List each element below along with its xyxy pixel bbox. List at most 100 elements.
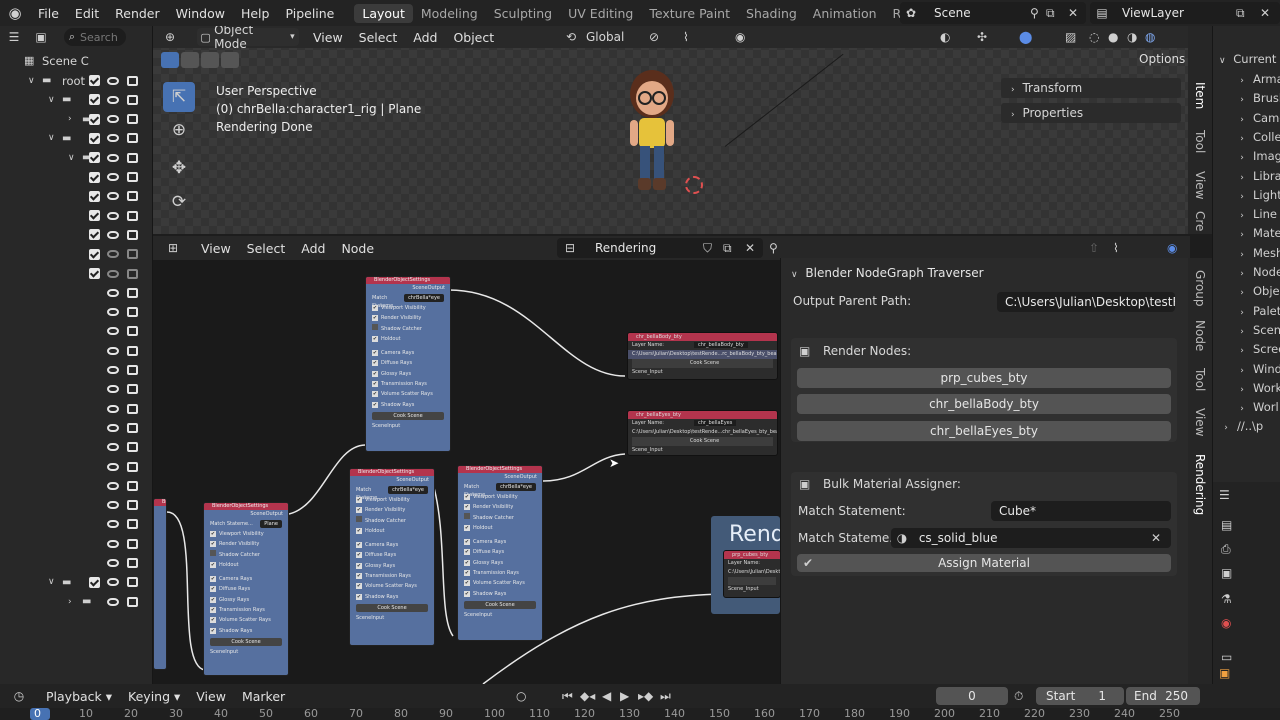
render-icon[interactable]: ⎙ <box>1221 542 1231 557</box>
close-icon[interactable]: ✕ <box>1068 6 1078 20</box>
node-checkbox-row[interactable]: Viewport Visibility <box>366 303 450 313</box>
3d-cursor-marker[interactable] <box>685 176 703 194</box>
outliner-row[interactable]: ∨ ▬ <box>0 573 152 592</box>
node-checkbox-row[interactable]: Diffuse Rays <box>350 550 434 560</box>
3d-viewport[interactable]: ⊕ ▢ Object Mode ▾ View Select Add Object… <box>153 26 1210 234</box>
jump-end-icon[interactable]: ⏭ <box>660 689 671 704</box>
properties-panel[interactable]: › Properties <box>1001 103 1181 123</box>
object-settings-node[interactable]: BlenderObjectSettings <box>153 498 167 670</box>
render-camera-icon[interactable] <box>127 152 138 163</box>
pin-icon[interactable]: ⚲ <box>769 241 778 255</box>
node-checkbox-row[interactable]: Shadow Rays <box>458 589 542 599</box>
visibility-eye-icon[interactable] <box>107 443 119 452</box>
render-camera-icon[interactable] <box>127 191 138 202</box>
node-output-socket[interactable]: SceneOutput <box>458 473 542 482</box>
browser-item[interactable]: › Scen <box>1213 321 1280 340</box>
visibility-eye-icon[interactable] <box>107 76 119 85</box>
node-checkbox-row[interactable]: Diffuse Rays <box>366 358 450 368</box>
visibility-eye-icon[interactable] <box>107 501 119 510</box>
display-mode-icon[interactable]: ▣ <box>28 30 54 44</box>
node-checkbox-row[interactable]: Camera Rays <box>366 348 450 358</box>
browser-item[interactable]: › Light <box>1213 186 1280 205</box>
node-checkbox-row[interactable]: Render Visibility <box>458 502 542 512</box>
exclude-checkbox[interactable] <box>89 75 100 86</box>
node-output-socket[interactable]: SceneOutput <box>350 476 434 485</box>
outliner-row[interactable] <box>0 418 152 437</box>
render-camera-icon[interactable] <box>127 500 138 511</box>
tab-rendering[interactable]: Rendering <box>1190 454 1210 515</box>
assign-material-button[interactable]: ✔ Assign Material <box>797 554 1171 572</box>
tab-uv-editing[interactable]: UV Editing <box>560 4 641 23</box>
viewport-menu-object[interactable]: Object <box>445 30 502 45</box>
prev-keyframe-icon[interactable]: ◆◂ <box>580 689 595 703</box>
render-camera-icon[interactable] <box>127 172 138 182</box>
outliner-row[interactable] <box>0 225 152 244</box>
pivot-icon[interactable]: ⊘ <box>649 30 659 44</box>
node-checkbox-row[interactable]: Camera Rays <box>204 574 288 584</box>
tab-create[interactable]: Cre <box>1190 211 1210 231</box>
exclude-checkbox[interactable] <box>89 576 100 588</box>
tab-layout[interactable]: Layout <box>354 3 413 23</box>
overlays-icon[interactable]: ◉ <box>1167 241 1177 255</box>
tab-node[interactable]: Node <box>1190 320 1210 351</box>
close-icon[interactable]: ✕ <box>745 241 755 255</box>
new-viewlayer-icon[interactable]: ⧉ <box>1236 6 1245 21</box>
viewport-menu-add[interactable]: Add <box>405 30 445 45</box>
visibility-eye-icon[interactable] <box>107 95 119 104</box>
viewlayer-selector[interactable]: ▤ ViewLayer ⧉ ✕ <box>1090 2 1280 24</box>
exclude-checkbox[interactable] <box>89 229 100 241</box>
tab-shading[interactable]: Shading <box>738 4 805 23</box>
parent-node-tree-icon[interactable]: ⇧ <box>1089 241 1099 255</box>
render-camera-icon[interactable] <box>127 422 138 433</box>
browser-item[interactable]: › Librar <box>1213 167 1280 186</box>
outliner-row[interactable] <box>0 187 152 206</box>
xray-icon[interactable]: ▨ <box>1065 30 1076 44</box>
visibility-eye-icon[interactable] <box>107 327 119 336</box>
outliner-row[interactable]: › ▬ <box>0 110 152 129</box>
outliner-row[interactable] <box>0 168 152 187</box>
render-camera-icon[interactable] <box>127 461 138 472</box>
node-checkbox-row[interactable]: Render Visibility <box>350 505 434 515</box>
tab-tool[interactable]: Tool <box>1190 368 1210 391</box>
outliner-row[interactable] <box>0 303 152 322</box>
visibility-eye-icon[interactable] <box>107 366 119 374</box>
render-camera-icon[interactable] <box>127 229 138 240</box>
cook-scene-button[interactable]: Cook Scene <box>372 411 444 420</box>
node-checkbox-row[interactable]: Volume Scatter Rays <box>204 615 288 625</box>
browser-item[interactable]: › Scree <box>1213 340 1280 359</box>
outliner-row[interactable]: ∨ ▬ <box>0 148 152 167</box>
start-frame-field[interactable]: Start 1 <box>1036 687 1124 705</box>
node-menu-node[interactable]: Node <box>333 241 382 256</box>
outliner-row[interactable] <box>0 245 152 264</box>
outliner-scene-row[interactable]: ▦ Scene C <box>0 51 152 70</box>
node-checkbox-row[interactable]: Transmission Rays <box>204 605 288 615</box>
browser-item[interactable]: › Objec <box>1213 282 1280 301</box>
render-node-bellaeyes[interactable]: chr_bellaEyes_bty Layer Name: chr_bellaEy… <box>627 410 778 456</box>
shading-solid-icon[interactable]: ● <box>1108 30 1118 44</box>
mode-selector[interactable]: ▢ Object Mode ▾ <box>197 26 299 51</box>
scene-selector[interactable]: ✿ Scene ⚲ ⧉ ✕ <box>900 2 1086 24</box>
outliner-row[interactable]: ∨ ▬ <box>0 90 152 109</box>
render-camera-icon[interactable] <box>127 114 138 125</box>
menu-render[interactable]: Render <box>107 6 168 21</box>
select-mode-new-icon[interactable] <box>161 52 179 68</box>
blender-logo-icon[interactable]: ◉ <box>0 4 30 22</box>
outliner-row[interactable] <box>0 476 152 495</box>
menu-help[interactable]: Help <box>233 6 278 21</box>
outliner-row[interactable]: › ▬ <box>0 592 152 611</box>
node-checkbox-row[interactable]: Glossy Rays <box>366 369 450 379</box>
browser-item[interactable]: › Palet <box>1213 302 1280 321</box>
render-camera-icon[interactable] <box>127 249 138 260</box>
match-statement-field[interactable]: Match Stateme... chrBella*eye <box>356 486 428 501</box>
shading-rendered-icon[interactable]: ◍ <box>1145 30 1155 44</box>
node-checkbox-row[interactable]: Holdout <box>458 523 542 533</box>
visibility-eye-icon[interactable] <box>107 308 119 317</box>
chevron-down-icon[interactable]: ∨ <box>68 153 75 163</box>
render-node-button-bella-body[interactable]: chr_bellaBody_bty <box>797 394 1171 414</box>
render-node-button-bella-eyes[interactable]: chr_bellaEyes_bty <box>797 421 1171 441</box>
tab-sculpting[interactable]: Sculpting <box>486 4 560 23</box>
viewport-menu-select[interactable]: Select <box>351 30 406 45</box>
browser-item[interactable]: › Colle <box>1213 128 1280 147</box>
move-tool[interactable]: ✥ <box>163 154 195 182</box>
browser-item[interactable]: › Mesh <box>1213 244 1280 263</box>
